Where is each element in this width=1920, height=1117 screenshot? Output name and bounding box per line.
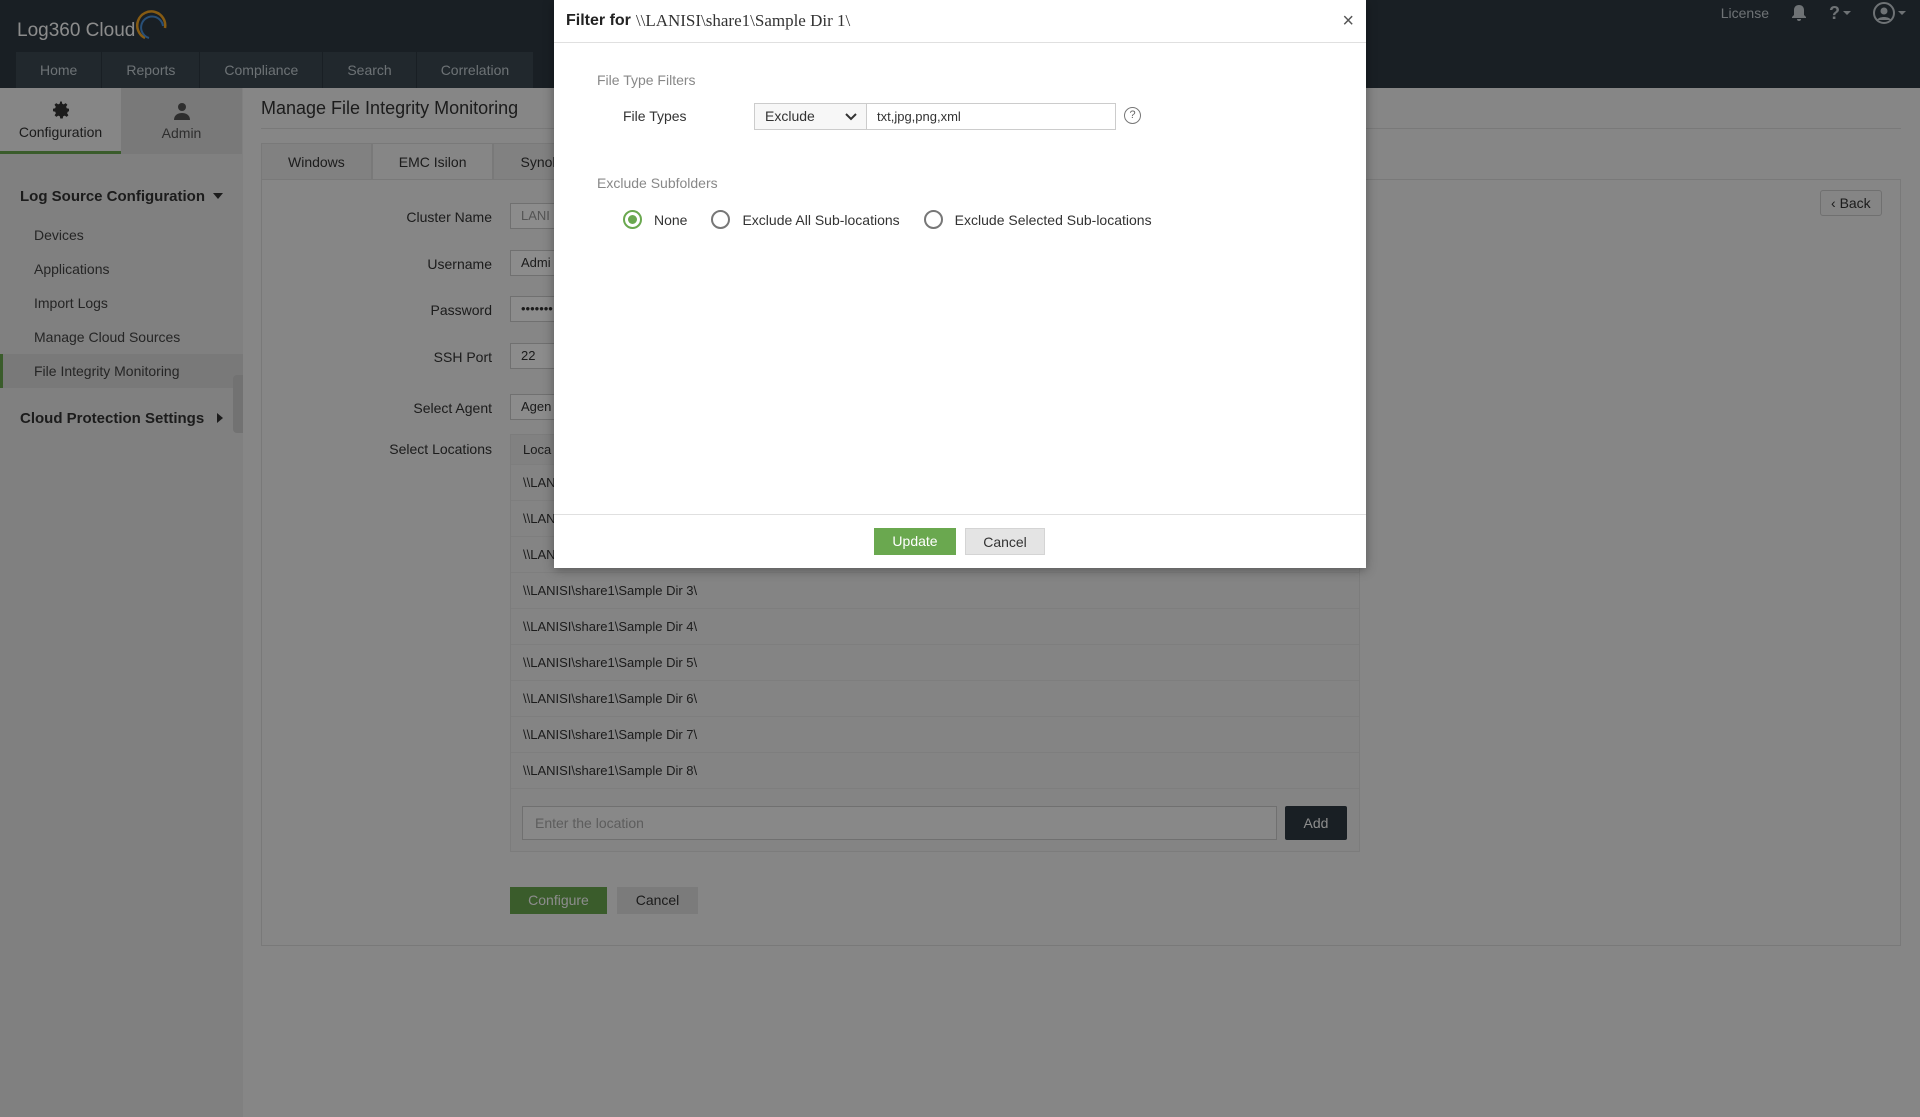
radio-exclude-all[interactable] xyxy=(711,210,731,229)
chevron-down-icon xyxy=(845,113,857,121)
file-types-input[interactable]: txt,jpg,png,xml xyxy=(866,103,1116,130)
dialog-title: Filter for xyxy=(566,12,631,29)
dialog-path: \\LANISI\share1\Sample Dir 1\ xyxy=(635,11,851,30)
help-icon[interactable]: ? xyxy=(1124,107,1141,124)
radio-label-exclude-selected: Exclude Selected Sub-locations xyxy=(954,211,1152,228)
exclude-subfolders-label: Exclude Subfolders xyxy=(597,175,718,191)
file-type-filters-label: File Type Filters xyxy=(597,72,696,88)
radio-none[interactable] xyxy=(623,210,642,229)
file-types-label: File Types xyxy=(623,108,687,124)
subfolder-options: None Exclude All Sub-locations Exclude S… xyxy=(623,210,1176,229)
filter-mode-select[interactable]: Exclude xyxy=(754,103,867,130)
dialog-footer-divider xyxy=(554,514,1366,515)
dialog-header: Filter for \\LANISI\share1\Sample Dir 1\ xyxy=(554,0,1366,43)
radio-label-exclude-all: Exclude All Sub-locations xyxy=(742,211,900,228)
filter-mode-value: Exclude xyxy=(765,108,815,124)
radio-label-none: None xyxy=(654,211,688,228)
filter-dialog: Filter for \\LANISI\share1\Sample Dir 1\… xyxy=(554,0,1366,568)
radio-exclude-selected[interactable] xyxy=(923,210,943,229)
dialog-cancel-button[interactable]: Cancel xyxy=(965,528,1045,555)
close-icon[interactable]: × xyxy=(1342,10,1354,33)
update-button[interactable]: Update xyxy=(874,528,956,555)
